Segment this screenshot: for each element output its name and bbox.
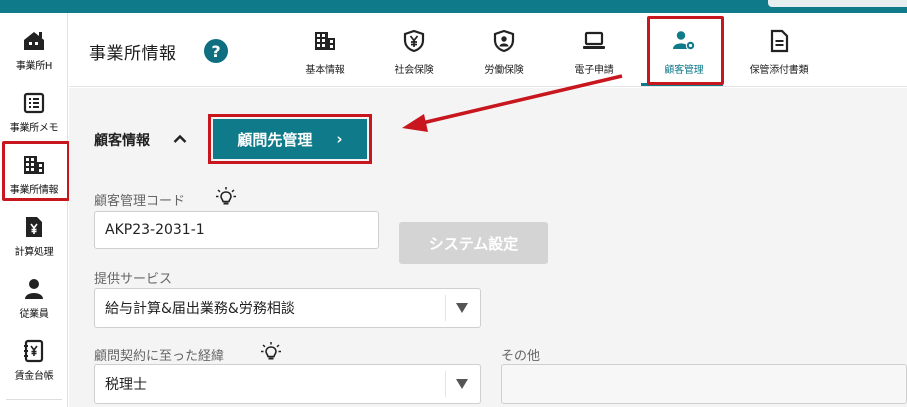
page-title: 事業所情報 <box>89 44 177 64</box>
sidebar-item-label: 賃金台帳 <box>14 371 54 382</box>
other-input[interactable] <box>501 364 907 404</box>
tab-label: 保管添付書類 <box>749 65 809 76</box>
sidebar-item-label: 従業員 <box>19 309 49 320</box>
chevron-right-icon: › <box>336 130 343 148</box>
dropdown-arrow-icon <box>456 379 468 389</box>
advisor-management-label: 顧問先管理 <box>237 130 313 149</box>
page-header: 事業所情報 ? 基本情報 社会保険 労働保険 電子申請 顧客管理 保管添付書類 <box>69 13 907 87</box>
tab-label: 基本情報 <box>305 65 345 76</box>
sidebar-highlight-box <box>2 141 70 201</box>
tab-e-application[interactable]: 電子申請 <box>564 21 624 87</box>
yen-ledger-icon <box>24 339 44 363</box>
system-settings-button[interactable]: システム設定 <box>399 222 548 264</box>
building-icon <box>315 32 335 50</box>
yen-shield-icon <box>403 29 425 53</box>
document-icon <box>770 29 789 53</box>
customer-code-label: 顧客管理コード <box>94 194 186 209</box>
contract-route-select[interactable]: 税理士 <box>94 364 481 404</box>
sidebar-divider <box>6 399 62 400</box>
sidebar-item-employees[interactable]: 従業員 <box>0 261 68 323</box>
lightbulb-icon[interactable] <box>215 186 237 208</box>
service-value: 給与計算&届出業務&労務相談 <box>105 301 295 317</box>
tab-basic-info[interactable]: 基本情報 <box>295 21 355 87</box>
content-area: 顧客情報 顧問先管理 › 顧客管理コード AKP23-2031-1 システム設定… <box>69 88 907 407</box>
tab-label: 労働保険 <box>484 65 524 76</box>
yen-document-icon <box>26 217 42 237</box>
person-shield-icon <box>493 29 515 53</box>
tab-social-insurance[interactable]: 社会保険 <box>384 21 444 87</box>
section-title: 顧客情報 <box>94 133 150 149</box>
tab-label: 電子申請 <box>574 65 614 76</box>
dropdown-arrow-icon <box>456 303 468 313</box>
select-divider <box>445 295 446 321</box>
sidebar-item-label: 事業所H <box>15 61 53 72</box>
main-area: 事業所情報 ? 基本情報 社会保険 労働保険 電子申請 顧客管理 保管添付書類 <box>69 13 907 407</box>
house-icon <box>24 32 44 50</box>
tab-highlight-box <box>647 16 724 85</box>
top-search-area[interactable] <box>768 0 907 7</box>
tab-stored-attachments[interactable]: 保管添付書類 <box>744 21 814 87</box>
other-label: その他 <box>501 349 541 364</box>
memo-list-icon <box>23 92 45 114</box>
chevron-up-icon[interactable] <box>172 131 188 147</box>
sidebar-item-office-memo[interactable]: 事業所メモ <box>0 75 68 137</box>
sidebar-item-wage-ledger[interactable]: 賃金台帳 <box>0 323 68 385</box>
service-select[interactable]: 給与計算&届出業務&労務相談 <box>94 288 481 328</box>
advisor-management-button[interactable]: 顧問先管理 › <box>213 119 367 159</box>
laptop-icon <box>583 31 605 49</box>
contract-route-label: 顧問契約に至った経緯 <box>94 349 225 364</box>
sidebar-item-label: 計算処理 <box>14 247 54 258</box>
sidebar-item-label: 事業所メモ <box>9 123 59 134</box>
lightbulb-icon[interactable] <box>260 341 282 363</box>
sidebar: 事業所H 事業所メモ 事業所情報 計算処理 従業員 賃金台帳 <box>0 13 68 407</box>
contract-route-value: 税理士 <box>105 377 147 393</box>
tab-label: 社会保険 <box>394 65 434 76</box>
customer-code-value: AKP23-2031-1 <box>105 222 205 238</box>
person-icon <box>25 279 43 299</box>
customer-code-input[interactable]: AKP23-2031-1 <box>94 211 379 249</box>
help-icon[interactable]: ? <box>204 39 228 63</box>
select-divider <box>445 371 446 397</box>
sidebar-item-office-home[interactable]: 事業所H <box>0 13 68 75</box>
sidebar-item-calculation[interactable]: 計算処理 <box>0 199 68 261</box>
tab-labor-insurance[interactable]: 労働保険 <box>474 21 534 87</box>
service-label: 提供サービス <box>94 272 173 287</box>
